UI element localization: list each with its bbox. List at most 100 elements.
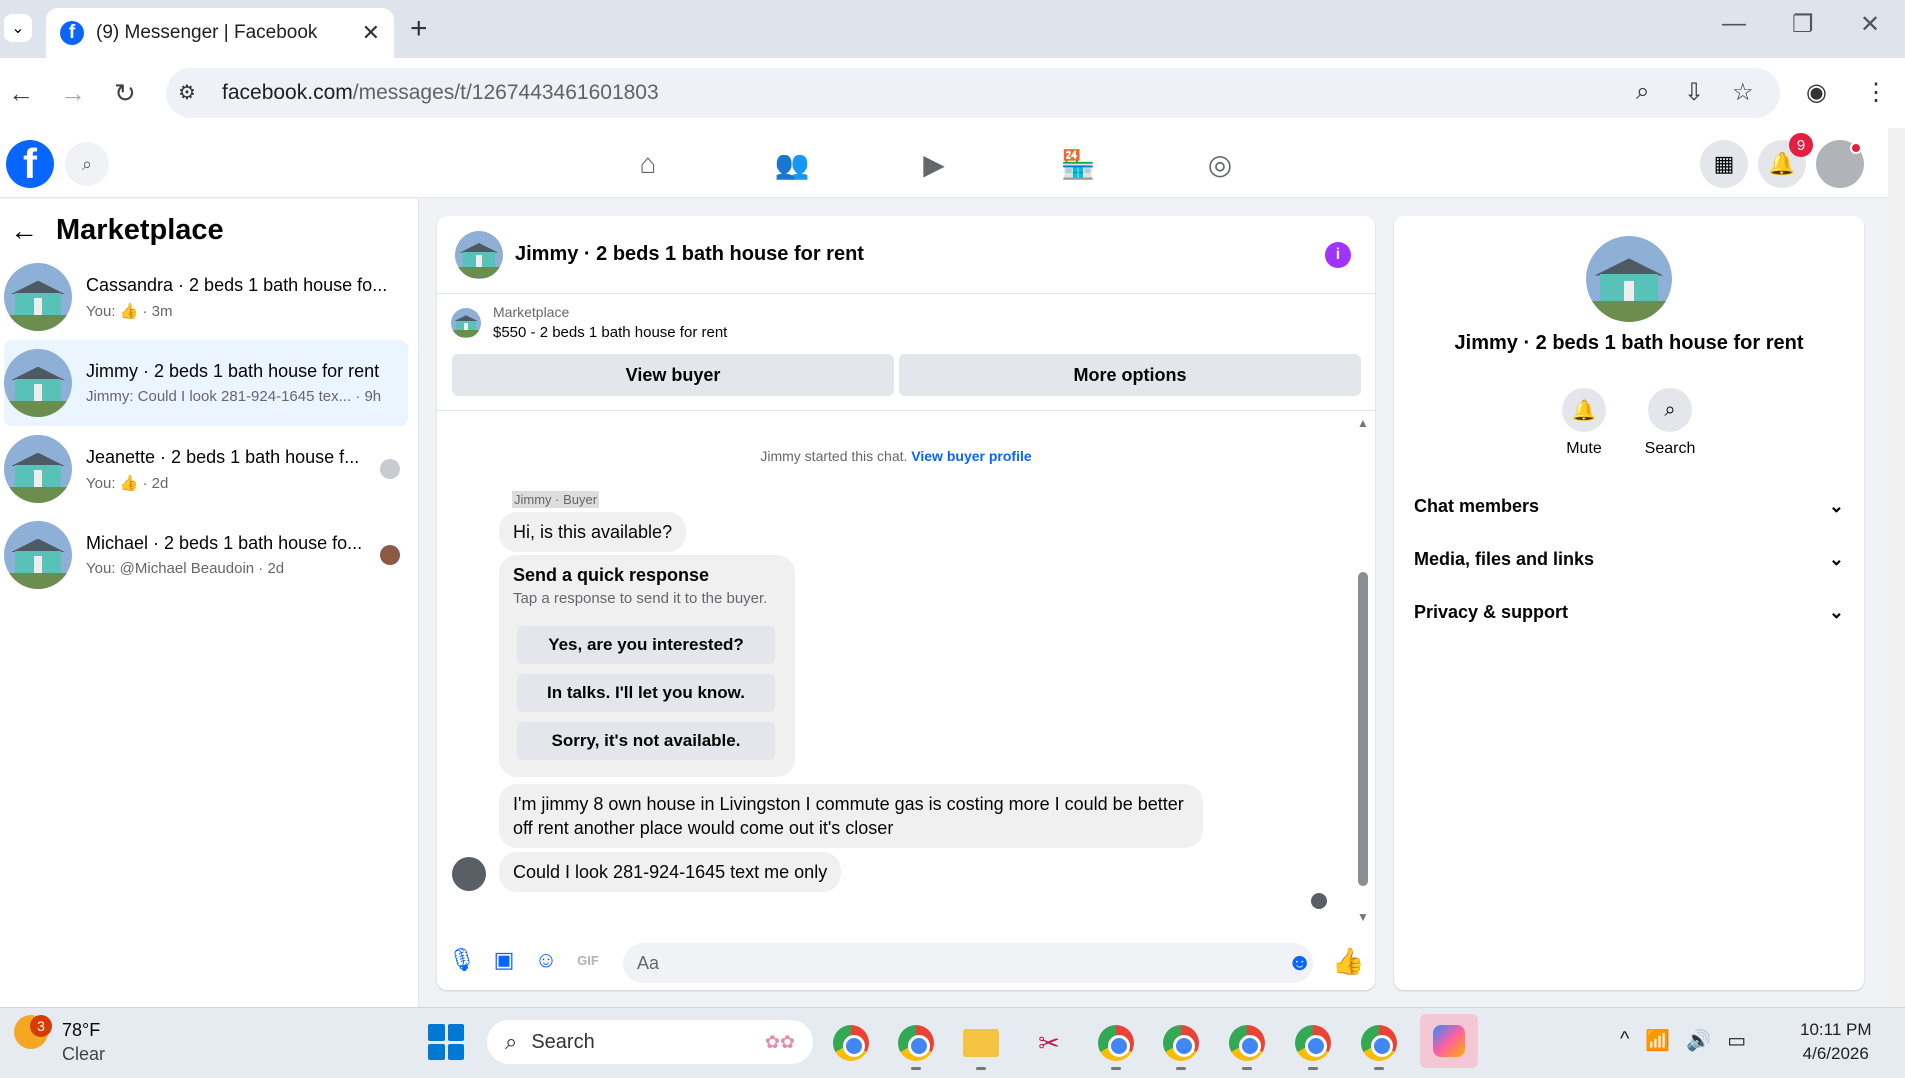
conversation-preview: Jimmy: Could I look 281-924-1645 tex... … bbox=[86, 388, 382, 405]
photo-icon[interactable]: ▣ bbox=[489, 945, 519, 975]
conversation-name: Jeanette · 2 beds 1 bath house f... bbox=[86, 446, 360, 467]
restore-button[interactable]: ❐ bbox=[1792, 10, 1814, 39]
section-privacy-support[interactable]: Privacy & support ⌄ bbox=[1414, 602, 1844, 623]
chrome-app-icon[interactable] bbox=[1358, 1022, 1400, 1070]
tab-search-button[interactable]: ⌄ bbox=[4, 14, 32, 42]
marketplace-icon[interactable]: 🏪 bbox=[1058, 146, 1098, 182]
groups-icon[interactable]: ◎ bbox=[1200, 146, 1240, 182]
quick-response-button[interactable]: In talks. I'll let you know. bbox=[517, 674, 775, 712]
wifi-icon[interactable]: 📶 bbox=[1645, 1028, 1670, 1053]
chrome-app-icon[interactable] bbox=[895, 1022, 937, 1070]
chat-info-panel: Jimmy · 2 beds 1 bath house for rent 🔔 M… bbox=[1394, 216, 1864, 990]
minimize-button[interactable]: — bbox=[1722, 10, 1746, 38]
view-buyer-profile-link[interactable]: View buyer profile bbox=[911, 448, 1031, 464]
site-info-icon[interactable]: ⚙ bbox=[178, 80, 196, 105]
emoji-icon[interactable]: ☻ bbox=[1287, 949, 1312, 977]
close-window-button[interactable]: ✕ bbox=[1860, 10, 1880, 39]
sender-avatar[interactable] bbox=[452, 857, 486, 891]
url-bar[interactable]: facebook.com/messages/t/1267443461601803 bbox=[166, 68, 1780, 118]
close-tab-icon[interactable]: ✕ bbox=[362, 20, 380, 46]
url-host: facebook.com bbox=[222, 81, 353, 104]
section-media-files-links[interactable]: Media, files and links ⌄ bbox=[1414, 549, 1844, 570]
chat-title[interactable]: Jimmy · 2 beds 1 bath house for rent bbox=[515, 243, 864, 266]
chrome-app-icon[interactable] bbox=[1160, 1022, 1202, 1070]
chrome-app-icon[interactable] bbox=[830, 1022, 872, 1064]
info-icon[interactable]: i bbox=[1325, 242, 1351, 268]
new-tab-button[interactable]: + bbox=[410, 12, 428, 46]
weather-text[interactable]: 78°F Clear bbox=[62, 1018, 105, 1066]
microphone-icon[interactable]: 🎙 bbox=[447, 945, 477, 975]
facebook-logo[interactable]: f bbox=[6, 140, 54, 188]
scroll-down-arrow-icon[interactable]: ▼ bbox=[1357, 910, 1369, 924]
account-status-dot bbox=[1850, 142, 1862, 154]
conversation-item[interactable]: Cassandra · 2 beds 1 bath house fo... Yo… bbox=[4, 254, 408, 340]
conversation-name: Cassandra · 2 beds 1 bath house fo... bbox=[86, 274, 388, 295]
friends-icon[interactable]: 👥 bbox=[772, 146, 812, 182]
scroll-thumb[interactable] bbox=[1358, 572, 1368, 886]
listing-summary: Marketplace $550 - 2 beds 1 bath house f… bbox=[451, 304, 727, 341]
mute-action[interactable]: 🔔 Mute bbox=[1544, 388, 1624, 458]
video-icon[interactable]: ▶ bbox=[914, 146, 954, 182]
search-icon: ⌕ bbox=[505, 1029, 518, 1054]
quick-response-button[interactable]: Sorry, it's not available. bbox=[517, 722, 775, 760]
back-button[interactable]: ← bbox=[8, 78, 34, 109]
section-label: Chat members bbox=[1414, 496, 1540, 516]
browser-menu-icon[interactable]: ⋮ bbox=[1864, 78, 1888, 107]
chevron-up-icon[interactable]: ^ bbox=[1620, 1028, 1629, 1053]
conversation-item[interactable]: Michael · 2 beds 1 bath house fo... You:… bbox=[4, 512, 408, 598]
chat-house-avatar[interactable] bbox=[455, 230, 503, 279]
quick-response-button[interactable]: Yes, are you interested? bbox=[517, 626, 775, 664]
back-arrow-icon[interactable]: ← bbox=[10, 215, 38, 247]
weather-condition: Clear bbox=[62, 1044, 106, 1064]
file-explorer-icon[interactable] bbox=[960, 1022, 1002, 1070]
install-app-icon[interactable]: ⇩ bbox=[1684, 78, 1704, 107]
home-icon[interactable]: ⌂ bbox=[628, 146, 668, 182]
browser-tab-messenger[interactable]: f (9) Messenger | Facebook ✕ bbox=[46, 8, 394, 58]
system-clock[interactable]: 10:11 PM 4/6/2026 bbox=[1800, 1018, 1872, 1066]
conversation-preview: You: 👍 · 3m bbox=[86, 302, 173, 320]
chat-header: Jimmy · 2 beds 1 bath house for rent bbox=[437, 216, 1375, 294]
menu-grid-icon[interactable]: ▦ bbox=[1700, 140, 1748, 188]
forward-button[interactable]: → bbox=[60, 78, 86, 109]
chat-panel: Jimmy · 2 beds 1 bath house for rent i M… bbox=[437, 216, 1375, 990]
listing-title[interactable]: $550 - 2 beds 1 bath house for rent bbox=[493, 324, 727, 341]
search-label: Search bbox=[1644, 440, 1696, 457]
reload-button[interactable]: ↻ bbox=[114, 78, 136, 109]
message-input[interactable]: Aa bbox=[623, 943, 1313, 983]
sticker-icon[interactable]: ☺ bbox=[531, 945, 561, 975]
snipping-tool-icon[interactable]: ✂ bbox=[1028, 1022, 1070, 1064]
chevron-down-icon: ⌄ bbox=[1828, 496, 1844, 516]
gif-icon[interactable]: GIF bbox=[573, 945, 603, 975]
bookmark-star-icon[interactable]: ☆ bbox=[1732, 78, 1754, 107]
conversation-item-selected[interactable]: Jimmy · 2 beds 1 bath house for rent Jim… bbox=[4, 340, 408, 426]
quick-response-title: Send a quick response bbox=[513, 565, 710, 585]
more-options-button[interactable]: More options bbox=[899, 354, 1361, 396]
facebook-favicon-icon: f bbox=[60, 21, 84, 45]
taskbar-search-label: Search bbox=[531, 1030, 595, 1053]
profile-icon[interactable]: ◉ bbox=[1806, 78, 1827, 107]
windows-start-button[interactable] bbox=[428, 1024, 464, 1060]
page-scrollbar[interactable] bbox=[1888, 128, 1905, 1007]
thumbs-up-icon[interactable]: 👍 bbox=[1332, 946, 1364, 977]
zoom-icon[interactable]: ⌕ bbox=[1636, 78, 1649, 106]
section-chat-members[interactable]: Chat members ⌄ bbox=[1414, 496, 1844, 517]
system-tray: ^ 📶 🔊 ▭ bbox=[1620, 1028, 1746, 1053]
chrome-app-icon[interactable] bbox=[1226, 1022, 1268, 1070]
view-buyer-button[interactable]: View buyer bbox=[452, 354, 894, 396]
chevron-down-icon: ⌄ bbox=[1828, 549, 1844, 569]
chrome-app-icon[interactable] bbox=[1095, 1022, 1137, 1070]
chat-info-name: Jimmy · 2 beds 1 bath house for rent bbox=[1454, 332, 1804, 354]
chrome-app-icon[interactable] bbox=[1292, 1022, 1334, 1070]
section-label: Media, files and links bbox=[1414, 549, 1595, 569]
conversation-item[interactable]: Jeanette · 2 beds 1 bath house f... You:… bbox=[4, 426, 408, 512]
battery-icon[interactable]: ▭ bbox=[1727, 1028, 1746, 1053]
volume-icon[interactable]: 🔊 bbox=[1686, 1028, 1711, 1053]
search-action[interactable]: ⌕ Search bbox=[1630, 388, 1710, 458]
message-scrollbar[interactable]: ▲ ▼ bbox=[1353, 410, 1373, 930]
copilot-app-icon[interactable] bbox=[1420, 1014, 1478, 1068]
facebook-search-icon[interactable]: ⌕ bbox=[65, 142, 109, 186]
started-text: Jimmy started this chat. bbox=[760, 448, 908, 464]
scroll-up-arrow-icon[interactable]: ▲ bbox=[1357, 416, 1369, 430]
quick-response-subtitle: Tap a response to send it to the buyer. bbox=[513, 590, 768, 607]
taskbar-search[interactable]: ⌕ Search ✿✿ bbox=[487, 1020, 813, 1064]
